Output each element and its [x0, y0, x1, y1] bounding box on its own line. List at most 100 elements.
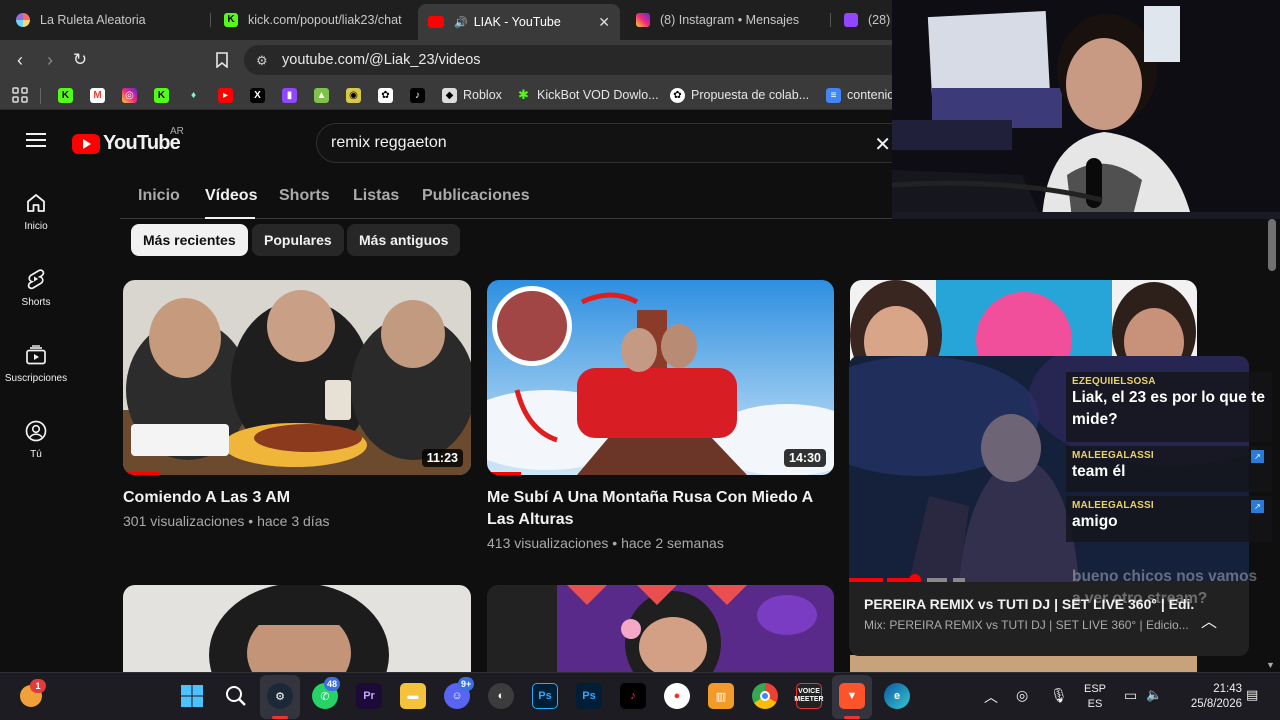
bookmark-youtube[interactable]: ▸	[218, 87, 239, 103]
chat-message: MALEEGALASSI team él ↗	[1066, 446, 1272, 492]
video-title[interactable]: Comiendo A Las 3 AM	[123, 487, 471, 509]
clear-search-icon[interactable]: ✕	[874, 132, 891, 157]
bookmark-streamlabs[interactable]: ♦	[186, 87, 207, 103]
kick-icon: K	[154, 87, 169, 103]
voicemeeter-icon[interactable]: VOICE MEETER	[794, 683, 824, 709]
twitch-icon	[844, 13, 858, 27]
webcam-overlay	[892, 0, 1280, 219]
bookmark-tiktok[interactable]: ♪	[410, 87, 431, 103]
bookmark-kickbot[interactable]: ✱ KickBot VOD Dowlo...	[516, 87, 659, 103]
sidebar-item-shorts[interactable]: Shorts	[0, 267, 72, 308]
reload-icon[interactable]: ↻	[68, 48, 92, 72]
video-thumbnail[interactable]	[487, 585, 834, 675]
bookmark-gmail[interactable]: M	[90, 87, 111, 103]
premiere-pro-icon[interactable]: Pr	[356, 683, 382, 709]
tab-instagram[interactable]: (8) Instagram • Mensajes	[626, 6, 826, 34]
bookmark-label: contenio	[847, 88, 895, 102]
bookmark-chatgpt[interactable]: ✿	[378, 87, 399, 103]
sidebar-label: Inicio	[24, 221, 48, 232]
photoshop-icon[interactable]: Ps	[532, 683, 558, 709]
tab-ruleta[interactable]: La Ruleta Aleatoria	[6, 6, 206, 34]
page-scrollbar[interactable]	[1268, 219, 1276, 271]
video-thumbnail[interactable]: 11:23	[123, 280, 471, 475]
bookmark-eye[interactable]: ◉	[346, 87, 367, 103]
edge-icon[interactable]: e	[884, 683, 910, 709]
eye-icon: ◉	[346, 87, 361, 103]
thumbnail-image	[123, 585, 471, 675]
scroll-down-arrow-icon[interactable]: ▼	[1266, 660, 1275, 670]
network-icon[interactable]: ▭	[1124, 687, 1137, 704]
chat-text: Liak, el 23 es por lo que te mide?	[1072, 389, 1265, 428]
address-bar[interactable]: ⚙ youtube.com/@Liak_23/videos	[244, 45, 904, 75]
volume-icon[interactable]: 🔈	[1146, 687, 1162, 703]
chat-username: MALEEGALASSI	[1072, 450, 1154, 461]
bookmark-kick-2[interactable]: K	[154, 87, 175, 103]
steam-icon[interactable]: ⚙	[267, 683, 293, 709]
chrome-icon[interactable]	[752, 683, 778, 709]
bookmark-propuesta[interactable]: ✿ Propuesta de colab...	[670, 87, 809, 103]
sidebar-label: Shorts	[21, 297, 51, 308]
sidebar-item-tu[interactable]: Tú	[0, 419, 72, 460]
bookmark-twitch[interactable]: ▮	[282, 87, 303, 103]
watch-progress-bar	[123, 472, 159, 475]
video-views: 301 visualizaciones	[123, 513, 245, 529]
site-info-icon[interactable]: ⚙	[256, 53, 268, 69]
search-value: remix reggaeton	[331, 134, 447, 151]
sidebar-item-suscripciones[interactable]: Suscripciones	[0, 343, 72, 384]
miniplayer-scrubber[interactable]	[909, 574, 921, 582]
chevron-up-icon[interactable]: ︿	[984, 687, 998, 707]
tab-listas[interactable]: Listas	[353, 187, 399, 205]
tab-inicio[interactable]: Inicio	[138, 187, 180, 205]
obs-icon[interactable]: ◐	[488, 683, 514, 709]
language-indicator[interactable]: ESP ES	[1080, 682, 1110, 712]
home-icon	[27, 194, 45, 212]
chip-mas-recientes[interactable]: Más recientes	[131, 224, 248, 256]
search-input[interactable]: remix reggaeton ✕	[316, 123, 896, 163]
tab-twitch[interactable]: (28)	[834, 6, 892, 34]
bookmark-instagram[interactable]: ◎	[122, 87, 143, 103]
chip-mas-antiguos[interactable]: Más antiguos	[347, 224, 461, 256]
instagram-icon: ◎	[122, 87, 137, 103]
bookmark-star-icon[interactable]	[210, 48, 234, 72]
tab-shorts[interactable]: Shorts	[279, 187, 330, 205]
url-text: youtube.com/@Liak_23/videos	[282, 52, 481, 68]
bookmark-x[interactable]: X	[250, 87, 271, 103]
brave-icon[interactable]: ▼	[839, 683, 865, 709]
close-tab-icon[interactable]: ✕	[598, 14, 610, 31]
miniplayer-subtitle: Mix: PEREIRA REMIX vs TUTI DJ | SET LIVE…	[864, 618, 1189, 632]
tiktok-icon[interactable]: ♪	[620, 683, 646, 709]
fl-studio-icon[interactable]: ▥	[708, 683, 734, 709]
microphone-icon[interactable]: 🎙	[1050, 687, 1068, 704]
record-icon[interactable]: ●	[664, 683, 690, 709]
youtube-logo[interactable]: YouTube AR	[72, 126, 184, 155]
tray-sync-icon[interactable]: ◎	[1016, 687, 1028, 704]
chat-text: bueno chicos nos vamos a ver otro stream…	[1072, 568, 1258, 607]
sidebar-item-inicio[interactable]: Inicio	[0, 191, 72, 232]
video-thumbnail[interactable]: 14:30	[487, 280, 834, 475]
tab-publicaciones[interactable]: Publicaciones	[422, 187, 530, 205]
menu-icon[interactable]	[26, 133, 46, 147]
tab-videos[interactable]: Vídeos	[205, 187, 257, 205]
back-icon[interactable]: ‹	[8, 48, 32, 72]
windows-start-icon[interactable]	[179, 683, 205, 709]
tab-kick-chat[interactable]: K kick.com/popout/liak23/chat	[214, 6, 414, 34]
apps-grid-icon[interactable]	[12, 87, 28, 103]
chip-populares[interactable]: Populares	[252, 224, 344, 256]
photoshop-alt-icon[interactable]: Ps	[576, 683, 602, 709]
video-title[interactable]: Me Subí A Una Montaña Rusa Con Miedo A L…	[487, 487, 834, 531]
video-thumbnail[interactable]	[123, 585, 471, 675]
tab-youtube[interactable]: 🔊 LIAK - YouTube ✕	[418, 4, 620, 40]
stream-chat-overlay: EZEQUIIELSOSA Liak, el 23 es por lo que …	[1066, 372, 1274, 612]
bookmark-contenido[interactable]: ≡ contenio	[826, 87, 894, 103]
thumbnail-image	[487, 280, 834, 475]
miniplayer-chapter-progress	[849, 578, 883, 582]
file-explorer-icon[interactable]: ▬	[400, 683, 426, 709]
bookmark-roblox[interactable]: ◆ Roblox	[442, 87, 502, 103]
search-icon[interactable]	[223, 683, 249, 709]
bookmark-image[interactable]: ▲	[314, 87, 335, 103]
bookmark-kick[interactable]: K	[58, 87, 79, 103]
forward-icon[interactable]: ›	[38, 48, 62, 72]
clock[interactable]: 21:43 25/8/2026	[1176, 682, 1242, 712]
notifications-icon[interactable]: ▤	[1246, 687, 1258, 703]
video-views: 413 visualizaciones	[487, 535, 609, 551]
